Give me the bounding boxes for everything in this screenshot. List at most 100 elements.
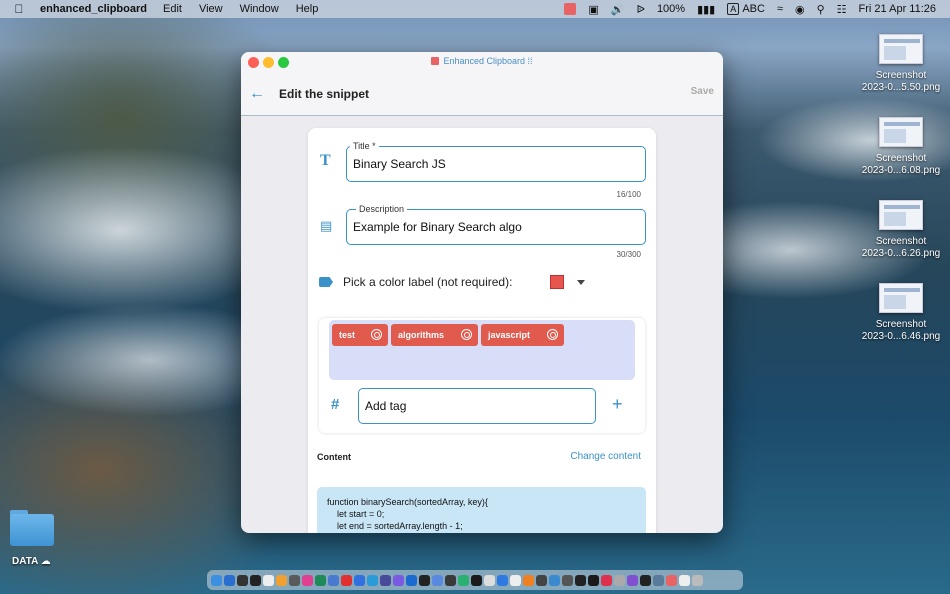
title-input[interactable]: Binary Search JS xyxy=(346,146,646,182)
dock-app-icon[interactable] xyxy=(549,574,560,586)
dock-document-icon[interactable] xyxy=(679,574,690,586)
dock-app-icon[interactable] xyxy=(380,574,391,586)
menu-view[interactable]: View xyxy=(199,3,223,15)
dock-app-icon[interactable] xyxy=(328,574,339,586)
search-icon[interactable]: ⚲ xyxy=(817,3,825,16)
remove-tag-icon[interactable] xyxy=(547,329,558,340)
dock-app-icon[interactable] xyxy=(354,574,365,586)
dock-app-icon[interactable] xyxy=(575,574,586,586)
save-button[interactable]: Save xyxy=(691,86,714,97)
dock-vscode-icon[interactable] xyxy=(497,574,508,586)
data-folder-icon[interactable] xyxy=(8,510,54,546)
menu-window[interactable]: Window xyxy=(240,3,279,15)
tags-section: test algorithms javascript # Add tag + xyxy=(319,318,645,433)
dock-app-icon[interactable] xyxy=(510,574,521,586)
dock-app-icon[interactable] xyxy=(289,574,300,586)
content-section-label: Content xyxy=(317,452,351,462)
hashtag-icon: # xyxy=(331,396,340,413)
control-center-icon[interactable]: ☷ xyxy=(837,3,847,16)
menu-edit[interactable]: Edit xyxy=(163,3,182,15)
battery-percent[interactable]: 100% xyxy=(657,3,685,15)
dock-enhanced-clipboard-icon[interactable] xyxy=(666,574,677,586)
dock-app-icon[interactable] xyxy=(627,574,638,586)
menu-app-name[interactable]: enhanced_clipboard xyxy=(40,3,147,15)
tags-area: test algorithms javascript xyxy=(329,320,635,380)
dock-app-icon[interactable] xyxy=(263,574,274,586)
menu-bar:  enhanced_clipboard Edit View Window He… xyxy=(0,0,950,18)
wifi-icon[interactable]: ≈ xyxy=(777,3,783,15)
clock[interactable]: Fri 21 Apr 11:26 xyxy=(859,3,936,15)
back-arrow-icon[interactable]: ← xyxy=(249,85,265,103)
code-preview[interactable]: function binarySearch(sortedArray, key){… xyxy=(317,487,646,533)
dock-github-icon[interactable] xyxy=(419,574,430,586)
dock-app-icon[interactable] xyxy=(315,574,326,586)
status-area: ▣ 🔊 ᐉ 100% ▮▮▮ A ABC ≈ ◉ ⚲ ☷ Fri 21 Apr … xyxy=(564,3,950,16)
description-field-label: Description xyxy=(356,204,408,214)
app-window: Enhanced Clipboard ⁞⁞ ← Edit the snippet… xyxy=(241,52,723,533)
dock-app-icon[interactable] xyxy=(445,574,456,586)
disk-icon[interactable]: ▣ xyxy=(588,3,598,16)
color-dropdown-caret-icon[interactable] xyxy=(577,280,585,285)
desktop-file-screenshot-1[interactable]: Screenshot 2023-0...5.50.png xyxy=(856,34,946,94)
dock-app-icon[interactable] xyxy=(471,574,482,586)
file-thumbnail-icon xyxy=(879,117,923,147)
desktop-file-screenshot-4[interactable]: Screenshot 2023-0...6.46.png xyxy=(856,283,946,343)
color-swatch[interactable] xyxy=(550,275,564,289)
app-icon xyxy=(431,57,440,65)
dock-app-icon[interactable] xyxy=(237,574,248,586)
folder-body xyxy=(10,514,54,546)
dock-trash-icon[interactable] xyxy=(692,574,703,586)
dock-app-icon[interactable] xyxy=(640,574,651,586)
user-icon[interactable]: ◉ xyxy=(795,3,805,16)
icloud-icon: ☁ xyxy=(40,556,51,567)
dock-app-icon[interactable] xyxy=(536,574,547,586)
dock-app-icon[interactable] xyxy=(341,574,352,586)
label-tag-icon xyxy=(319,277,333,287)
desktop-file-screenshot-3[interactable]: Screenshot 2023-0...6.26.png xyxy=(856,200,946,260)
folder-name: DATA xyxy=(12,556,38,567)
dock-app-icon[interactable] xyxy=(562,574,573,586)
tag-chip-label: algorithms xyxy=(398,330,445,340)
apple-icon[interactable]:  xyxy=(12,2,26,16)
dock-app-icon[interactable] xyxy=(406,574,417,586)
input-source-label: ABC xyxy=(742,3,765,15)
remove-tag-icon[interactable] xyxy=(461,329,472,340)
folder-label[interactable]: DATA ☁ xyxy=(12,556,51,567)
dock-finder-icon[interactable] xyxy=(211,574,222,586)
dock-app-icon[interactable] xyxy=(224,574,235,586)
dock-app-icon[interactable] xyxy=(393,574,404,586)
add-tag-plus-icon[interactable]: + xyxy=(612,394,623,415)
desktop-file-screenshot-2[interactable]: Screenshot 2023-0...6.08.png xyxy=(856,117,946,177)
dock-app-icon[interactable] xyxy=(601,574,612,586)
dock-app-icon[interactable] xyxy=(458,574,469,586)
remove-tag-icon[interactable] xyxy=(371,329,382,340)
tag-chip-test[interactable]: test xyxy=(332,324,388,346)
dock-app-icon[interactable] xyxy=(484,574,495,586)
app-bar: ← Edit the snippet Save xyxy=(241,72,723,116)
dock-app-icon[interactable] xyxy=(302,574,313,586)
dock-terminal-icon[interactable] xyxy=(250,574,261,586)
tag-chip-javascript[interactable]: javascript xyxy=(481,324,564,346)
app-status-icon[interactable] xyxy=(564,3,577,15)
change-content-link[interactable]: Change content xyxy=(570,451,641,462)
dock-app-icon[interactable] xyxy=(432,574,443,586)
menu-help[interactable]: Help xyxy=(296,3,319,15)
dock-app-icon[interactable] xyxy=(276,574,287,586)
bluetooth-icon[interactable]: ᐉ xyxy=(636,3,644,16)
title-char-counter: 16/100 xyxy=(616,190,641,199)
file-name-line2: 2023-0...6.46.png xyxy=(861,331,941,342)
code-line: let start = 0; xyxy=(327,509,385,519)
dock-appletv-icon[interactable] xyxy=(588,574,599,586)
dock-app-icon[interactable] xyxy=(653,574,664,586)
dock-telegram-icon[interactable] xyxy=(367,574,378,586)
title-text-icon: T xyxy=(320,152,331,169)
volume-icon[interactable]: 🔊 xyxy=(611,3,625,16)
description-input[interactable]: Example for Binary Search algo xyxy=(346,209,646,245)
battery-icon[interactable]: ▮▮▮ xyxy=(697,3,715,16)
dock-vlc-icon[interactable] xyxy=(523,574,534,586)
input-source[interactable]: A ABC xyxy=(727,3,765,15)
dock-app-icon[interactable] xyxy=(614,574,625,586)
add-tag-input[interactable]: Add tag xyxy=(358,388,596,424)
code-line: let end = sortedArray.length - 1; xyxy=(327,521,463,531)
tag-chip-algorithms[interactable]: algorithms xyxy=(391,324,478,346)
